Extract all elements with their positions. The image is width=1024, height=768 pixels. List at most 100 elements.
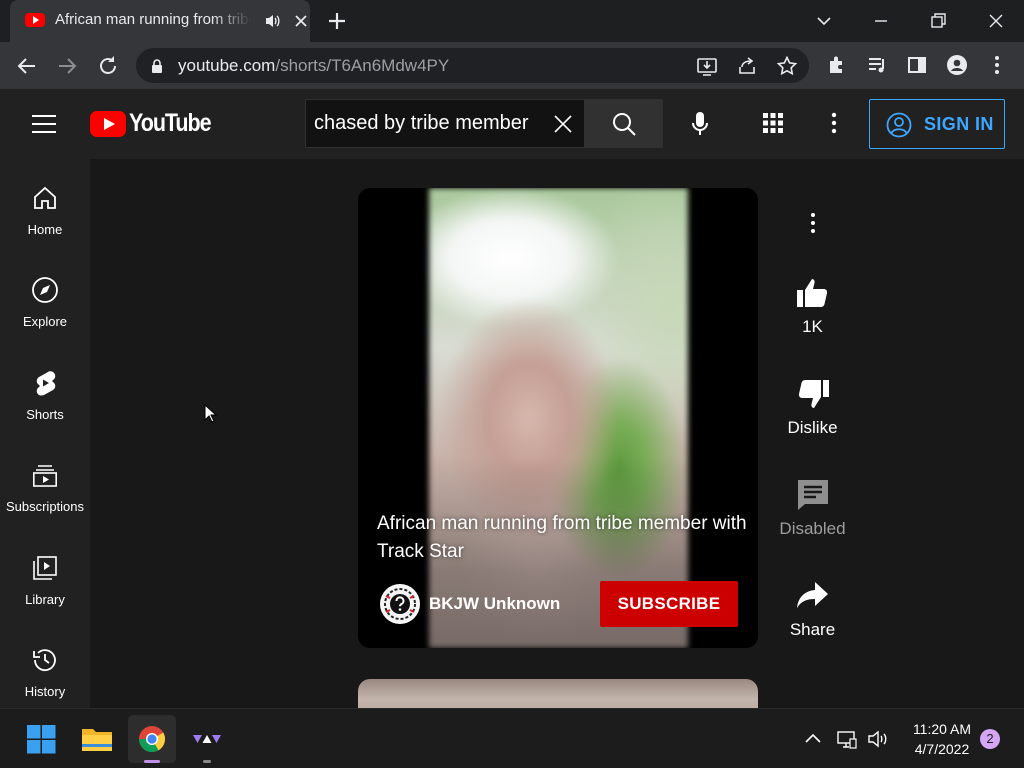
- tab-search-icon[interactable]: [811, 8, 837, 34]
- url-text: youtube.com/shorts/T6An6Mdw4PY: [178, 56, 450, 75]
- sidebar-item-home[interactable]: Home: [0, 159, 90, 239]
- mouse-cursor-icon: [204, 404, 218, 423]
- compass-icon: [32, 277, 58, 303]
- volume-icon[interactable]: [867, 728, 889, 750]
- like-button[interactable]: 1K: [770, 275, 855, 337]
- share-label: Share: [789, 620, 836, 639]
- tab-close-icon[interactable]: [292, 12, 310, 30]
- clock-time: 11:20 AM: [912, 721, 972, 737]
- profile-avatar-icon[interactable]: [946, 54, 968, 76]
- subscriptions-icon: [32, 465, 57, 487]
- active-app-indicator: [144, 760, 160, 763]
- app-taskbar-button[interactable]: [183, 715, 231, 763]
- search-button[interactable]: [585, 99, 663, 148]
- extensions-icon[interactable]: [826, 54, 848, 76]
- sidebar-item-explore[interactable]: Explore: [0, 251, 90, 331]
- minimize-icon[interactable]: [868, 8, 894, 34]
- lock-icon[interactable]: [150, 58, 164, 74]
- dislike-label: Dislike: [787, 418, 838, 437]
- sidebar-item-history[interactable]: History: [0, 621, 90, 701]
- restore-icon[interactable]: [925, 8, 951, 34]
- side-panel-icon[interactable]: [906, 54, 928, 76]
- subscribe-button[interactable]: SUBSCRIBE: [600, 581, 738, 627]
- search-input[interactable]: [306, 100, 546, 147]
- short-actions: 1K Dislike Disabled Share: [770, 159, 855, 708]
- guide-sidebar: Home Explore Shorts Subscriptions Librar…: [0, 159, 90, 708]
- shorts-player[interactable]: African man running from tribe member wi…: [358, 188, 758, 648]
- show-hidden-icons-chevron-icon[interactable]: [802, 728, 824, 750]
- shorts-feed: African man running from tribe member wi…: [90, 159, 1024, 719]
- close-window-icon[interactable]: [983, 8, 1009, 34]
- sidebar-item-label: Shorts: [26, 407, 64, 422]
- video-frame[interactable]: [429, 188, 688, 648]
- browser-menu-icon[interactable]: [986, 54, 1008, 76]
- start-button[interactable]: [17, 715, 65, 763]
- sign-in-label: SIGN IN: [924, 114, 994, 134]
- folder-icon: [82, 729, 112, 751]
- audio-playing-icon[interactable]: [264, 12, 282, 30]
- share-page-icon[interactable]: [736, 55, 758, 77]
- app-triangles-icon: [193, 735, 221, 743]
- sidebar-item-label: Home: [27, 222, 63, 237]
- channel-name[interactable]: BKJW Unknown: [429, 594, 560, 614]
- comments-label: Disabled: [779, 519, 846, 538]
- sidebar-item-label: Library: [25, 592, 65, 607]
- bookmark-star-icon[interactable]: [776, 55, 798, 77]
- search-box: [305, 99, 585, 148]
- clear-search-icon[interactable]: [552, 113, 574, 135]
- comment-icon: [797, 480, 828, 510]
- sidebar-item-library[interactable]: Library: [0, 529, 90, 609]
- youtube-logo[interactable]: YouTube: [90, 109, 212, 141]
- sidebar-item-label: Explore: [22, 314, 68, 329]
- sign-in-button[interactable]: SIGN IN: [869, 99, 1005, 149]
- notification-badge[interactable]: 2: [980, 729, 1000, 749]
- library-icon: [33, 556, 57, 580]
- sidebar-item-subscriptions[interactable]: Subscriptions: [0, 436, 90, 516]
- sidebar-item-label: History: [24, 684, 66, 699]
- account-circle-icon: [886, 112, 912, 138]
- youtube-favicon-icon: [25, 13, 45, 27]
- browser-tab[interactable]: African man running from tribe member wi…: [10, 0, 310, 42]
- more-actions-button[interactable]: [770, 211, 855, 235]
- short-title[interactable]: African man running from tribe member wi…: [377, 510, 747, 566]
- youtube-play-logo-icon: [90, 111, 126, 137]
- youtube-wordmark: YouTube: [129, 109, 212, 137]
- sidebar-item-label: Subscriptions: [5, 499, 85, 514]
- youtube-apps-icon[interactable]: [761, 111, 785, 135]
- media-controls-icon[interactable]: [866, 54, 888, 76]
- dislike-button[interactable]: Dislike: [770, 376, 855, 438]
- network-icon[interactable]: [836, 728, 858, 750]
- file-explorer-button[interactable]: [73, 715, 121, 763]
- windows-logo-icon: [27, 725, 56, 754]
- thumbs-down-icon: [798, 380, 829, 408]
- chrome-icon: [138, 726, 166, 753]
- voice-search-mic-icon[interactable]: [683, 106, 717, 140]
- chrome-taskbar-button[interactable]: [128, 715, 176, 763]
- forward-icon[interactable]: [54, 53, 80, 79]
- back-icon[interactable]: [14, 53, 40, 79]
- settings-more-icon[interactable]: [826, 111, 842, 135]
- share-arrow-icon: [796, 582, 828, 608]
- search-icon: [613, 113, 636, 136]
- tab-title: African man running from tribe member wi…: [55, 11, 251, 28]
- channel-logo-icon: [381, 585, 419, 623]
- hamburger-menu-icon[interactable]: [30, 111, 58, 137]
- comments-button[interactable]: Disabled: [770, 477, 855, 539]
- new-tab-icon[interactable]: [326, 10, 348, 32]
- address-bar[interactable]: youtube.com/shorts/T6An6Mdw4PY: [136, 48, 809, 83]
- share-button[interactable]: Share: [770, 578, 855, 640]
- browser-tab-strip: African man running from tribe member wi…: [0, 0, 1024, 42]
- history-icon: [33, 649, 56, 672]
- shorts-icon: [36, 371, 56, 396]
- home-icon: [34, 186, 56, 209]
- like-count: 1K: [802, 317, 823, 336]
- clock-date: 4/7/2022: [914, 741, 970, 757]
- youtube-header: YouTube SIGN IN: [0, 89, 1024, 159]
- install-app-icon[interactable]: [696, 55, 718, 77]
- system-clock[interactable]: 11:20 AM 4/7/2022: [902, 719, 982, 759]
- browser-toolbar: youtube.com/shorts/T6An6Mdw4PY: [0, 42, 1024, 89]
- more-vertical-icon: [810, 213, 815, 233]
- sidebar-item-shorts[interactable]: Shorts: [0, 344, 90, 424]
- reload-icon[interactable]: [95, 53, 121, 79]
- channel-avatar[interactable]: [380, 584, 420, 624]
